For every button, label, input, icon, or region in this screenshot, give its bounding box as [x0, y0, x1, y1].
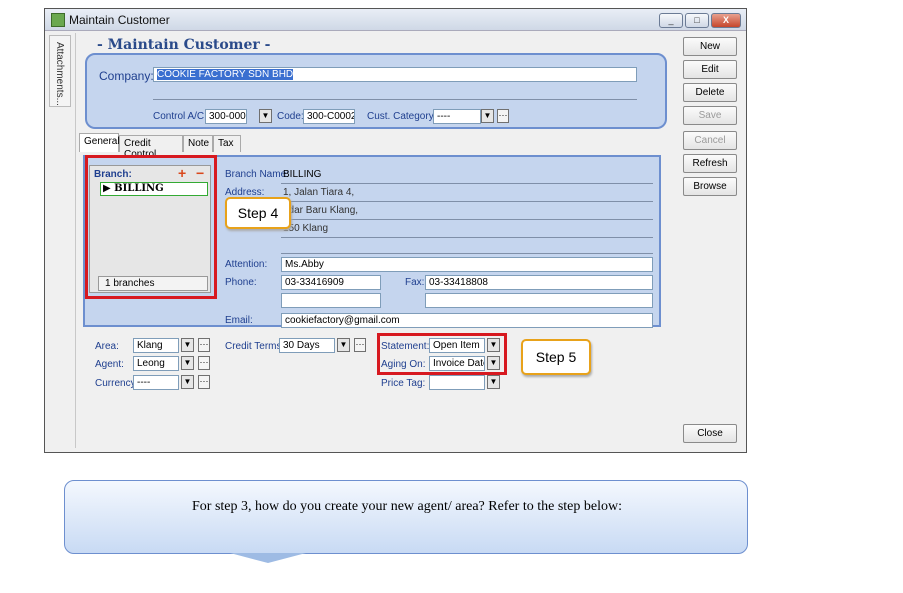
separator — [281, 183, 653, 184]
area-dropdown-icon[interactable]: ▼ — [181, 338, 194, 352]
save-button[interactable]: Save — [683, 106, 737, 125]
fax-label: Fax: — [405, 277, 425, 288]
address-line-1[interactable]: 1, Jalan Tiara 4, — [283, 187, 354, 198]
separator — [281, 253, 653, 254]
email-label: Email: — [225, 315, 253, 326]
cust-category-field[interactable]: ---- — [433, 109, 481, 124]
agent-more-icon[interactable]: ··· — [198, 356, 210, 370]
step-4-label: Step 4 — [225, 197, 291, 229]
branch-name-value[interactable]: BILLING — [283, 169, 321, 180]
currency-label: Currency: — [95, 378, 139, 389]
attention-field[interactable]: Ms.Abby — [281, 257, 653, 272]
fax-field[interactable]: 03-33418808 — [425, 275, 653, 290]
minimize-button[interactable]: _ — [659, 13, 683, 28]
control-ac-dropdown-icon[interactable]: ▼ — [259, 109, 272, 123]
credit-terms-dropdown-icon[interactable]: ▼ — [337, 338, 350, 352]
separator — [281, 219, 653, 220]
code-label: Code: — [277, 111, 304, 122]
address-line-2[interactable]: ndar Baru Klang, — [283, 205, 358, 216]
edit-button[interactable]: Edit — [683, 60, 737, 79]
browse-button[interactable]: Browse — [683, 177, 737, 196]
attention-label: Attention: — [225, 259, 268, 270]
fax-2-field[interactable] — [425, 293, 653, 308]
phone-field[interactable]: 03-33416909 — [281, 275, 381, 290]
company-label: Company: — [99, 69, 154, 83]
header-panel: Company: COOKIE FACTORY SDN BHD Control … — [85, 53, 667, 129]
delete-button[interactable]: Delete — [683, 83, 737, 102]
close-window-button[interactable]: X — [711, 13, 741, 28]
agent-label: Agent: — [95, 359, 124, 370]
separator — [153, 99, 637, 100]
currency-more-icon[interactable]: ··· — [198, 375, 210, 389]
instruction-text: For step 3, how do you create your new a… — [192, 499, 622, 514]
tab-note[interactable]: Note — [183, 135, 213, 152]
title-bar: Maintain Customer _ □ X — [45, 9, 746, 31]
branch-name-label: Branch Name: — [225, 169, 289, 180]
cust-category-more-icon[interactable]: ··· — [497, 109, 509, 123]
price-tag-dropdown-icon[interactable]: ▼ — [487, 375, 500, 389]
close-button[interactable]: Close — [683, 424, 737, 443]
step5-highlight — [377, 333, 507, 375]
credit-terms-label: Credit Terms: — [225, 341, 285, 352]
area-more-icon[interactable]: ··· — [198, 338, 210, 352]
price-tag-field[interactable] — [429, 375, 485, 390]
page-title: - Maintain Customer - — [97, 37, 271, 53]
control-ac-field[interactable]: 300-000 — [205, 109, 247, 124]
currency-field[interactable]: ---- — [133, 375, 179, 390]
tab-general[interactable]: General — [79, 133, 120, 152]
maximize-button[interactable]: □ — [685, 13, 709, 28]
credit-terms-more-icon[interactable]: ··· — [354, 338, 366, 352]
email-field[interactable]: cookiefactory@gmail.com — [281, 313, 653, 328]
control-ac-label: Control A/C: — [153, 111, 207, 122]
company-field[interactable]: COOKIE FACTORY SDN BHD — [153, 67, 637, 82]
cust-category-label: Cust. Category: — [367, 111, 437, 122]
code-field[interactable]: 300-C0002 — [303, 109, 355, 124]
cancel-button[interactable]: Cancel — [683, 131, 737, 150]
separator — [281, 201, 653, 202]
price-tag-label: Price Tag: — [381, 378, 426, 389]
step-5-label: Step 5 — [521, 339, 591, 375]
company-value: COOKIE FACTORY SDN BHD — [157, 69, 294, 80]
tab-credit-control[interactable]: Credit Control — [119, 135, 183, 160]
attachments-label: Attachments... — [54, 42, 65, 106]
window-title: Maintain Customer — [69, 13, 170, 27]
credit-terms-field[interactable]: 30 Days — [279, 338, 335, 353]
agent-field[interactable]: Leong — [133, 356, 179, 371]
callout-arrow-icon — [230, 553, 306, 563]
refresh-button[interactable]: Refresh — [683, 154, 737, 173]
separator — [281, 237, 653, 238]
attachments-tab[interactable]: Attachments... — [49, 35, 71, 107]
tab-tax[interactable]: Tax — [213, 135, 241, 152]
phone-2-field[interactable] — [281, 293, 381, 308]
phone-label: Phone: — [225, 277, 257, 288]
maintain-customer-window: Maintain Customer _ □ X Attachments... -… — [44, 8, 747, 453]
divider — [75, 33, 76, 448]
area-label: Area: — [95, 341, 119, 352]
area-field[interactable]: Klang — [133, 338, 179, 353]
new-button[interactable]: New — [683, 37, 737, 56]
agent-dropdown-icon[interactable]: ▼ — [181, 356, 194, 370]
currency-dropdown-icon[interactable]: ▼ — [181, 375, 194, 389]
instruction-callout: For step 3, how do you create your new a… — [64, 480, 748, 554]
app-icon — [51, 13, 65, 27]
cust-category-dropdown-icon[interactable]: ▼ — [481, 109, 494, 123]
step4-highlight — [85, 155, 217, 299]
